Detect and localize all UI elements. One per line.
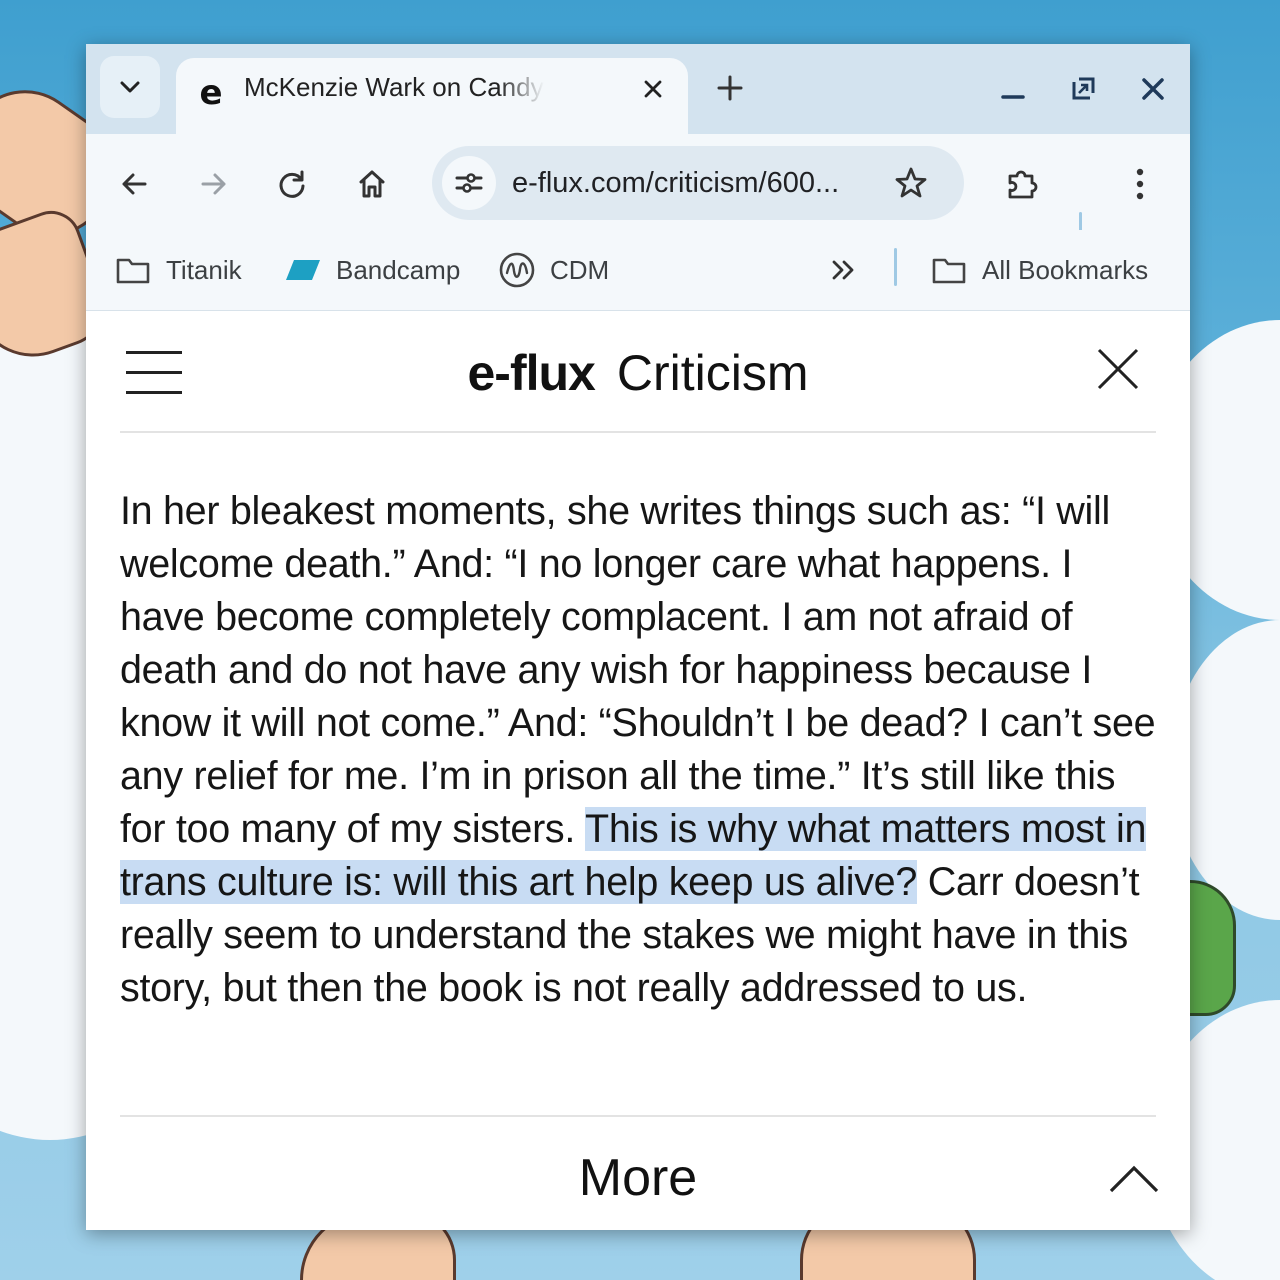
- folder-icon: [114, 251, 152, 289]
- cdm-icon: [498, 251, 536, 289]
- bookmark-label: CDM: [550, 254, 610, 285]
- menu-button[interactable]: [1120, 164, 1160, 204]
- restore-icon: [1072, 77, 1095, 100]
- active-tab[interactable]: e McKenzie Wark on Candy Darling: [176, 58, 688, 134]
- extensions-button[interactable]: [1002, 164, 1042, 204]
- article-body: In her bleakest moments, she writes thin…: [120, 485, 1160, 1015]
- forward-button[interactable]: [194, 164, 234, 204]
- tab-favicon: e: [199, 73, 223, 113]
- reload-button[interactable]: [272, 164, 312, 204]
- more-label: More: [578, 1149, 698, 1207]
- bookmarks-bar: Titanik Bandcamp CDM All Bookmarks: [86, 230, 1190, 311]
- close-icon: [1142, 78, 1164, 100]
- bookmark-label: Bandcamp: [336, 254, 461, 285]
- home-button[interactable]: [352, 164, 392, 204]
- chevron-down-icon: [120, 81, 140, 93]
- minimize-icon: [1001, 95, 1025, 99]
- arrow-right-icon: [201, 173, 226, 195]
- star-icon: [895, 167, 927, 198]
- double-chevron-right-icon: [832, 260, 854, 280]
- tab-title: McKenzie Wark on Candy Darling: [244, 72, 544, 102]
- bookmark-cdm[interactable]: CDM: [498, 250, 609, 290]
- folder-icon: [930, 251, 968, 289]
- tab-close-button[interactable]: [638, 74, 668, 104]
- site-brand[interactable]: e-flux Criticism: [86, 343, 1190, 403]
- all-bookmarks-button[interactable]: All Bookmarks: [930, 250, 1148, 290]
- footer-divider: [120, 1115, 1156, 1117]
- address-bar[interactable]: e-flux.com/criticism/600...: [432, 146, 964, 220]
- header-divider: [120, 431, 1156, 433]
- bookmarks-divider: [894, 248, 897, 286]
- site-header: e-flux Criticism: [86, 311, 1190, 432]
- site-logo: e-flux: [467, 345, 596, 401]
- minimize-button[interactable]: [996, 72, 1030, 106]
- close-icon: [644, 80, 662, 98]
- more-bar[interactable]: More: [86, 1126, 1190, 1230]
- more-vert-icon: [1136, 168, 1144, 200]
- close-icon: [1097, 348, 1139, 390]
- puzzle-icon: [1008, 170, 1038, 199]
- site-info-button[interactable]: [442, 156, 496, 210]
- section-title: Criticism: [616, 345, 809, 401]
- tab-strip: e McKenzie Wark on Candy Darling: [86, 44, 1190, 134]
- home-icon: [359, 170, 385, 198]
- restore-button[interactable]: [1066, 72, 1100, 106]
- tune-icon: [455, 173, 483, 193]
- reload-icon: [279, 170, 305, 198]
- new-tab-button[interactable]: [712, 70, 748, 106]
- bandcamp-icon: [284, 251, 322, 289]
- web-page: e-flux Criticism In her bleakest moments…: [86, 311, 1190, 1230]
- browser-toolbar: e-flux.com/criticism/600...: [86, 134, 1190, 248]
- close-button[interactable]: [1096, 347, 1140, 391]
- article-paragraph: In her bleakest moments, she writes thin…: [120, 485, 1160, 1015]
- tab-search-button[interactable]: [100, 56, 160, 118]
- window-close-button[interactable]: [1136, 72, 1170, 106]
- bookmark-label: All Bookmarks: [982, 254, 1149, 285]
- bookmark-bandcamp[interactable]: Bandcamp: [284, 250, 460, 290]
- browser-window: e McKenzie Wark on Candy Darling: [86, 44, 1190, 1230]
- bookmark-star-button[interactable]: [892, 164, 930, 202]
- chevron-up-icon: [1109, 1165, 1159, 1193]
- url-text[interactable]: e-flux.com/criticism/600...: [512, 164, 882, 202]
- arrow-left-icon: [122, 173, 147, 195]
- plus-icon: [717, 75, 743, 101]
- bookmarks-overflow-button[interactable]: [830, 250, 858, 290]
- back-button[interactable]: [114, 164, 154, 204]
- bookmark-label: Titanik: [166, 254, 242, 285]
- article-text: In her bleakest moments, she writes thin…: [120, 489, 1156, 851]
- bookmark-titanik[interactable]: Titanik: [114, 250, 242, 290]
